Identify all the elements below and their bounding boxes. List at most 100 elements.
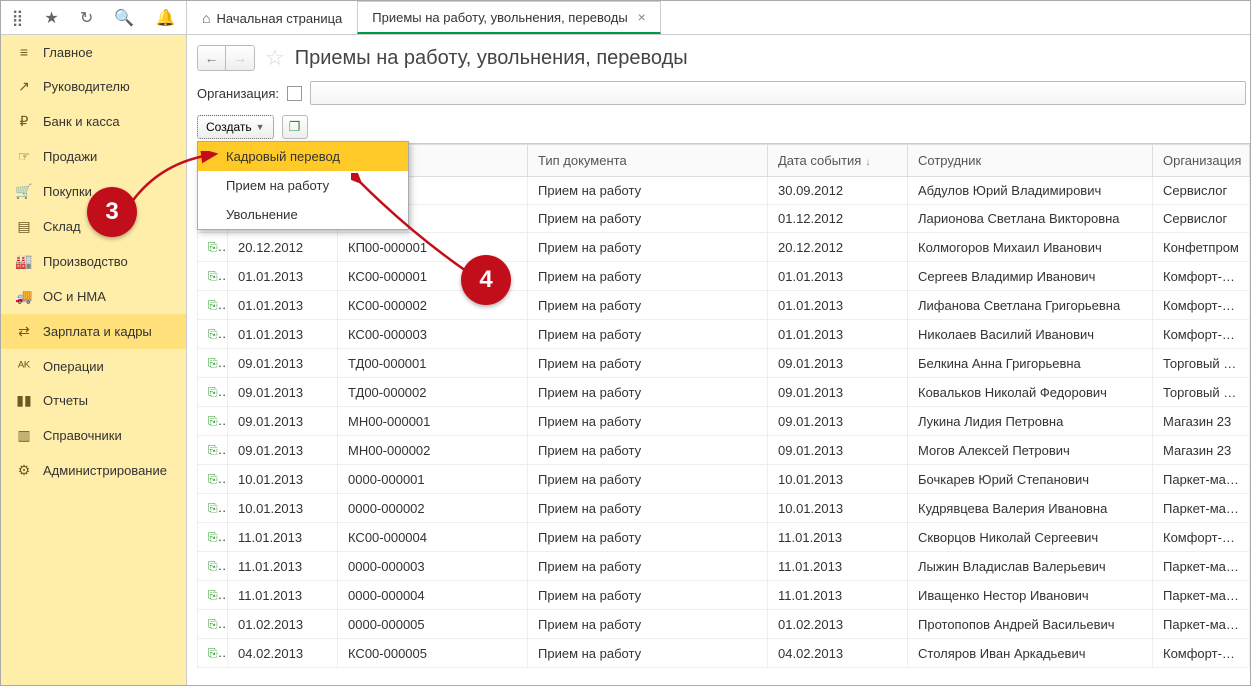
cell-employee: Белкина Анна Григорьевна	[908, 349, 1153, 378]
table-row[interactable]: ⎘09.01.2013МН00-000002Прием на работу09.…	[198, 436, 1250, 465]
sidebar-item-label: Операции	[43, 359, 104, 374]
dropdown-item-0[interactable]: Кадровый перевод	[198, 142, 408, 171]
sidebar-item-12[interactable]: ⚙Администрирование	[1, 453, 186, 488]
sidebar-item-0[interactable]: ≡ Главное	[1, 35, 186, 69]
menu-icon: ≡	[15, 44, 33, 60]
cell-event-date: 11.01.2013	[768, 552, 908, 581]
cell-event-date: 01.01.2013	[768, 320, 908, 349]
sidebar-item-label: Склад	[43, 219, 81, 234]
cell-org: Паркет-мастер	[1153, 552, 1250, 581]
create-dropdown: Кадровый переводПрием на работуУвольнени…	[197, 141, 409, 230]
cell-date: 09.01.2013	[228, 407, 338, 436]
cell-org: Комфорт-серви	[1153, 639, 1250, 668]
cell-event-date: 01.01.2013	[768, 291, 908, 320]
cell-number: КС00-000005	[338, 639, 528, 668]
org-input[interactable]	[310, 81, 1246, 105]
bell-icon[interactable]: 🔔	[155, 8, 175, 28]
create-button[interactable]: Создать ▼	[197, 115, 274, 139]
table-row[interactable]: ⎘04.02.2013КС00-000005Прием на работу04.…	[198, 639, 1250, 668]
table-row[interactable]: ⎘01.02.20130000-000005Прием на работу01.…	[198, 610, 1250, 639]
table-row[interactable]: ⎘11.01.20130000-000003Прием на работу11.…	[198, 552, 1250, 581]
cell-type: Прием на работу	[528, 465, 768, 494]
sort-arrow-icon: ↓	[865, 157, 870, 168]
table-row[interactable]: ⎘10.01.20130000-000001Прием на работу10.…	[198, 465, 1250, 494]
cell-date: 10.01.2013	[228, 494, 338, 523]
column-header-6[interactable]: Организация	[1153, 145, 1250, 177]
cell-org: Комфорт-серви	[1153, 262, 1250, 291]
sidebar-item-10[interactable]: ▮▮Отчеты	[1, 383, 186, 418]
column-header-5[interactable]: Сотрудник	[908, 145, 1153, 177]
sidebar-item-label: Производство	[43, 254, 128, 269]
table-row[interactable]: ⎘01.01.2013КС00-000001Прием на работу01.…	[198, 262, 1250, 291]
back-button[interactable]: ←	[198, 46, 226, 70]
document-ok-icon: ⎘	[208, 268, 228, 283]
history-icon[interactable]: ↻	[80, 8, 93, 28]
cell-event-date: 01.02.2013	[768, 610, 908, 639]
cell-date: 01.01.2013	[228, 320, 338, 349]
favorite-star-icon[interactable]: ☆	[265, 45, 285, 71]
cell-type: Прием на работу	[528, 581, 768, 610]
nav-buttons: ← →	[197, 45, 255, 71]
dropdown-item-2[interactable]: Увольнение	[198, 200, 408, 229]
page-title: Приемы на работу, увольнения, переводы	[295, 47, 688, 70]
cell-type: Прием на работу	[528, 407, 768, 436]
tab-hirings[interactable]: Приемы на работу, увольнения, переводы ×	[357, 1, 661, 34]
cell-employee: Кудрявцева Валерия Ивановна	[908, 494, 1153, 523]
table-row[interactable]: ⎘20.12.2012КП00-000001Прием на работу20.…	[198, 233, 1250, 262]
cell-number: 0000-000004	[338, 581, 528, 610]
copy-icon: ❐	[289, 119, 301, 135]
cell-employee: Скворцов Николай Сергеевич	[908, 523, 1153, 552]
cell-date: 11.01.2013	[228, 552, 338, 581]
apps-icon[interactable]: ⣿	[12, 8, 24, 28]
search-icon[interactable]: 🔍	[114, 8, 134, 28]
table-row[interactable]: ⎘09.01.2013ТД00-000002Прием на работу09.…	[198, 378, 1250, 407]
sidebar-item-2[interactable]: ₽Банк и касса	[1, 104, 186, 139]
forward-button[interactable]: →	[226, 46, 254, 70]
document-ok-icon: ⎘	[208, 500, 228, 515]
sidebar-item-label: Справочники	[43, 428, 122, 443]
table-row[interactable]: ⎘11.01.2013КС00-000004Прием на работу11.…	[198, 523, 1250, 552]
sidebar-item-6[interactable]: 🏭Производство	[1, 244, 186, 279]
cell-org: Паркет-мастер	[1153, 581, 1250, 610]
table-row[interactable]: ⎘10.01.20130000-000002Прием на работу10.…	[198, 494, 1250, 523]
gear-icon: ⚙	[15, 462, 33, 479]
sidebar-item-3[interactable]: ☞Продажи	[1, 139, 186, 174]
cell-event-date: 09.01.2013	[768, 378, 908, 407]
sidebar-item-8[interactable]: ⇄Зарплата и кадры	[1, 314, 186, 349]
star-icon[interactable]: ★	[44, 8, 58, 28]
column-header-4[interactable]: Дата события↓	[768, 145, 908, 177]
cell-number: ТД00-000001	[338, 349, 528, 378]
cell-employee: Лифанова Светлана Григорьевна	[908, 291, 1153, 320]
cell-date: 04.02.2013	[228, 639, 338, 668]
cell-event-date: 01.12.2012	[768, 205, 908, 233]
cell-date: 01.01.2013	[228, 262, 338, 291]
table-row[interactable]: ⎘09.01.2013МН00-000001Прием на работу09.…	[198, 407, 1250, 436]
table-row[interactable]: ⎘01.01.2013КС00-000003Прием на работу01.…	[198, 320, 1250, 349]
ruble-icon: ₽	[15, 113, 33, 130]
tab-home[interactable]: ⌂ Начальная страница	[187, 1, 357, 34]
cell-org: Торговый дом "	[1153, 349, 1250, 378]
org-checkbox[interactable]	[287, 86, 302, 101]
dropdown-item-1[interactable]: Прием на работу	[198, 171, 408, 200]
bars-icon: ▮▮	[15, 392, 33, 409]
copy-button[interactable]: ❐	[282, 115, 308, 139]
table-row[interactable]: ⎘11.01.20130000-000004Прием на работу11.…	[198, 581, 1250, 610]
cell-number: КС00-000003	[338, 320, 528, 349]
close-icon[interactable]: ×	[638, 9, 646, 25]
sidebar-item-1[interactable]: ↗Руководителю	[1, 69, 186, 104]
create-button-label: Создать	[206, 120, 252, 134]
cell-employee: Абдулов Юрий Владимирович	[908, 177, 1153, 205]
table-row[interactable]: ⎘01.01.2013КС00-000002Прием на работу01.…	[198, 291, 1250, 320]
sidebar-item-11[interactable]: ▥Справочники	[1, 418, 186, 453]
sidebar-item-label: Главное	[43, 45, 93, 60]
cell-org: Комфорт-серви	[1153, 320, 1250, 349]
sidebar-item-9[interactable]: ᴬᴷОперации	[1, 349, 186, 383]
cell-org: Комфорт-серви	[1153, 291, 1250, 320]
column-header-3[interactable]: Тип документа	[528, 145, 768, 177]
document-ok-icon: ⎘	[208, 471, 228, 486]
cell-number: КС00-000004	[338, 523, 528, 552]
sidebar-item-7[interactable]: 🚚ОС и НМА	[1, 279, 186, 314]
cell-org: Комфорт-серви	[1153, 523, 1250, 552]
table-row[interactable]: ⎘09.01.2013ТД00-000001Прием на работу09.…	[198, 349, 1250, 378]
tab-home-label: Начальная страница	[216, 11, 342, 26]
